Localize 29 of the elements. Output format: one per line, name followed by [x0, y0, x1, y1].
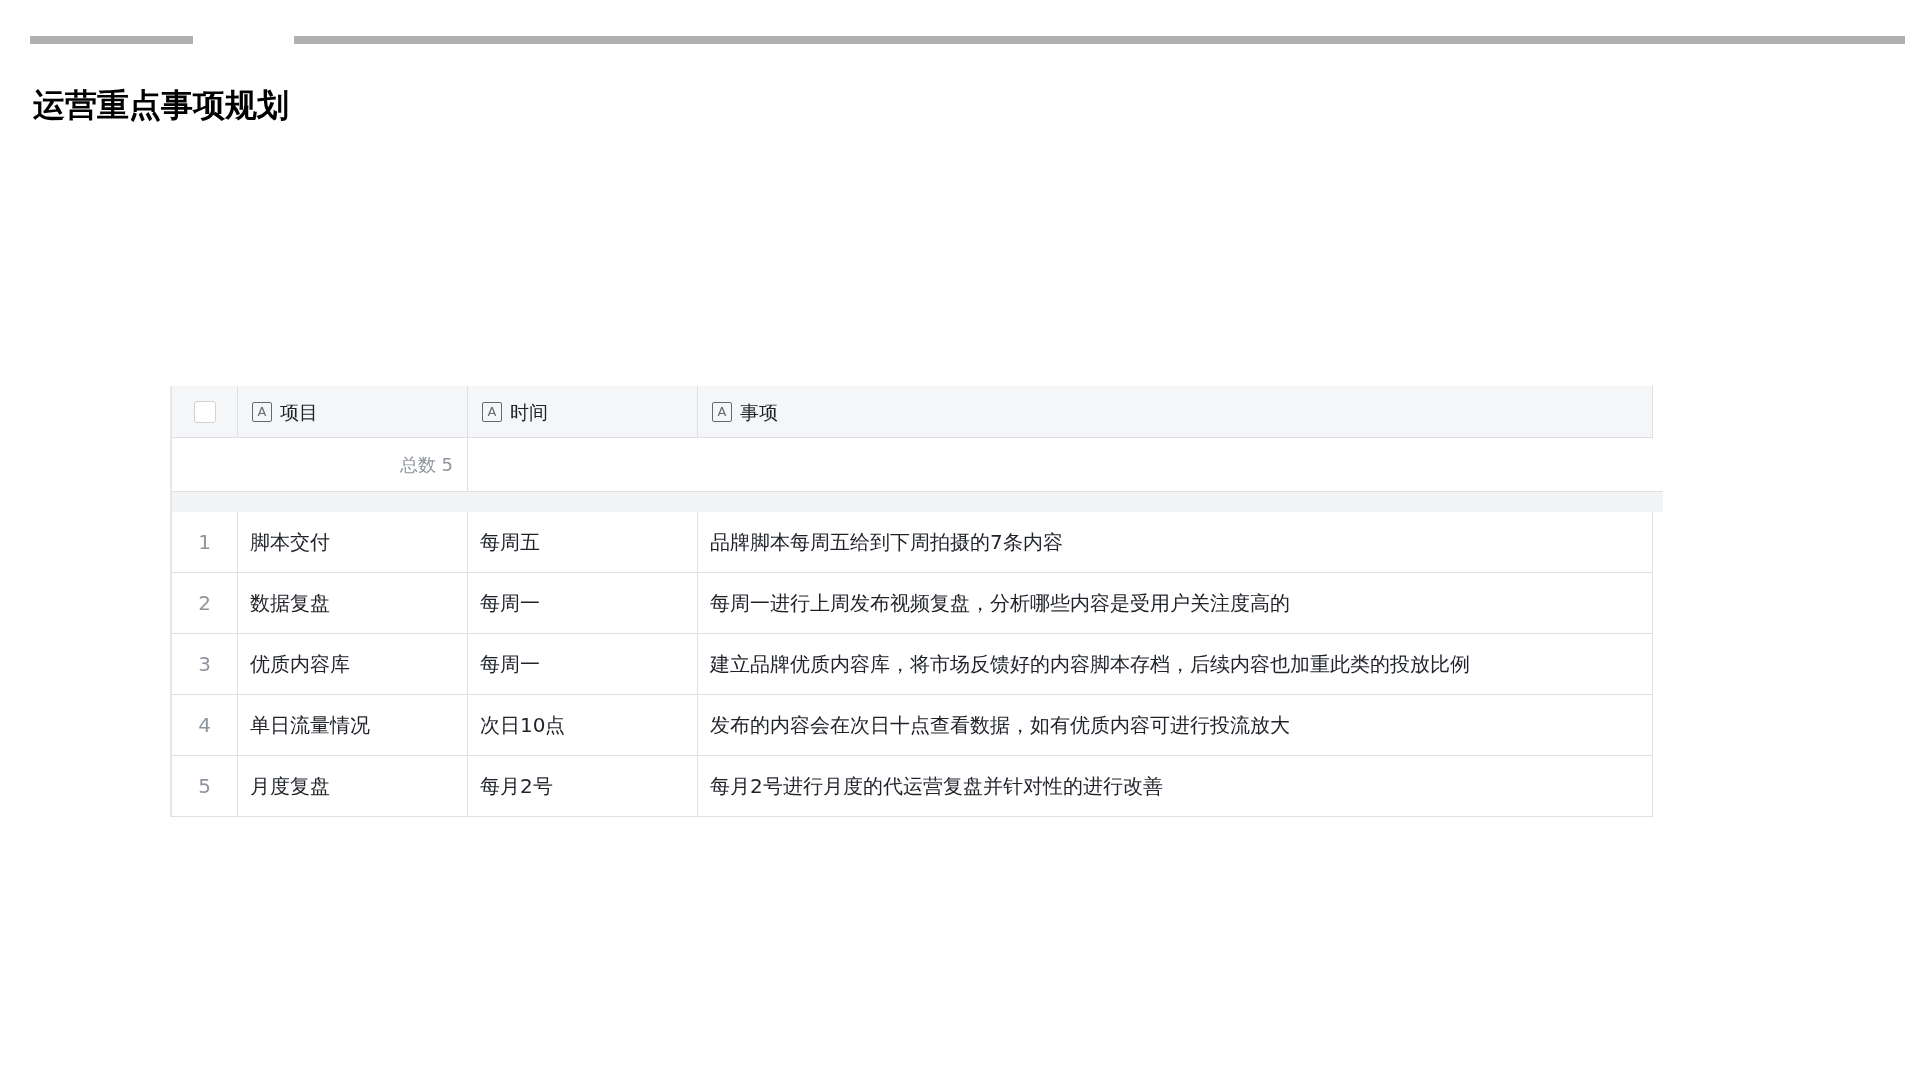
- table-cell: 品牌脚本每周五给到下周拍摄的7条内容: [698, 512, 1653, 574]
- text-field-icon: A: [252, 401, 272, 422]
- table-cell: 次日10点: [468, 695, 698, 757]
- row-number: 1: [172, 512, 238, 574]
- column-header[interactable]: 时间: [510, 397, 548, 427]
- table-cell: 每月2号进行月度的代运营复盘并针对性的进行改善: [698, 756, 1653, 818]
- select-all-checkbox[interactable]: [194, 400, 216, 423]
- text-field-icon: A: [712, 401, 732, 422]
- table-cell: 数据复盘: [238, 573, 468, 635]
- table-cell: 每周五: [468, 512, 698, 574]
- row-number: 2: [172, 573, 238, 635]
- row-number: 4: [172, 695, 238, 757]
- table-cell: 每周一: [468, 573, 698, 635]
- table-cell: 优质内容库: [238, 634, 468, 696]
- text-field-icon: A: [482, 401, 502, 422]
- table-cell: 每月2号: [468, 756, 698, 818]
- column-header[interactable]: 事项: [740, 397, 778, 427]
- table-cell: 每周一进行上周发布视频复盘，分析哪些内容是受用户关注度高的: [698, 573, 1653, 635]
- table-cell: 建立品牌优质内容库，将市场反馈好的内容脚本存档，后续内容也加重此类的投放比例: [698, 634, 1653, 696]
- row-number: 3: [172, 634, 238, 696]
- table-cell: 发布的内容会在次日十点查看数据，如有优质内容可进行投流放大: [698, 695, 1653, 757]
- column-header[interactable]: 项目: [280, 397, 318, 427]
- slide-title: 运营重点事项规划: [33, 86, 290, 125]
- table-cell: 月度复盘: [238, 756, 468, 818]
- table-cell: 每周一: [468, 634, 698, 696]
- record-count: 总数 5: [399, 453, 453, 478]
- table-cell: 单日流量情况: [238, 695, 468, 757]
- row-number: 5: [172, 756, 238, 818]
- table-cell: 脚本交付: [238, 512, 468, 574]
